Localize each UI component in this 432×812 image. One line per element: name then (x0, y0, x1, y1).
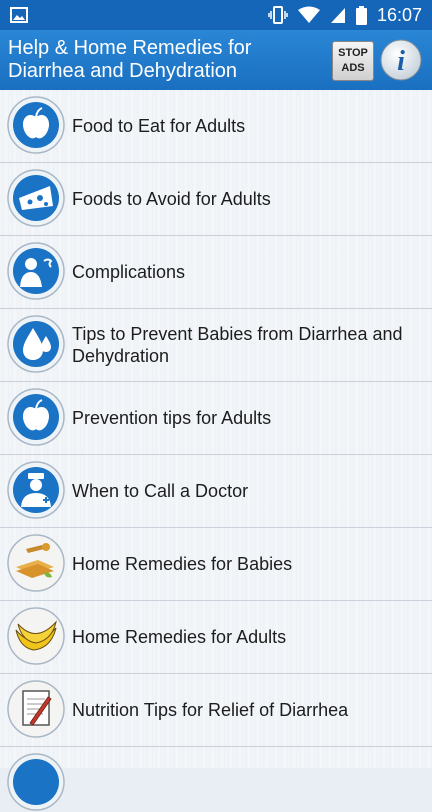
stop-ads-button[interactable]: STOP ADS (332, 41, 374, 81)
wifi-icon (297, 6, 320, 23)
info-glyph: i (397, 46, 405, 77)
clock-time: 16:07 (376, 4, 422, 25)
list-item[interactable]: When to Call a Doctor (0, 455, 432, 528)
list-item-label: Food to Eat for Adults (72, 116, 246, 136)
menu-list: Food to Eat for Adults Foods to Avoid fo… (0, 90, 432, 768)
doctor-icon (7, 461, 65, 519)
partial-list-icon (7, 753, 65, 811)
apple-icon (7, 388, 65, 446)
list-item[interactable]: Food to Eat for Adults (0, 90, 432, 163)
list-item-label: Home Remedies for Babies (72, 554, 293, 574)
banana-icon (7, 607, 65, 665)
list-item[interactable]: Home Remedies for Adults (0, 601, 432, 674)
list-item-label: Home Remedies for Adults (72, 627, 287, 647)
sick-person-icon (7, 242, 65, 300)
list-item[interactable]: Nutrition Tips for Relief of Diarrhea (0, 674, 432, 747)
app-title: Help & Home Remedies for Diarrhea and De… (8, 37, 252, 82)
list-item[interactable]: Home Remedies for Babies (0, 528, 432, 601)
vibrate-icon (268, 6, 288, 24)
water-drops-icon (7, 315, 65, 373)
list-item-label: Foods to Avoid for Adults (72, 189, 271, 209)
list-item-label: Tips to Prevent Babies from Diarrhea and… (72, 324, 403, 366)
list-item[interactable]: Foods to Avoid for Adults (0, 163, 432, 236)
apple-icon (7, 96, 65, 154)
app-header: Help & Home Remedies for Diarrhea and De… (0, 30, 432, 90)
list-item[interactable]: Complications (0, 236, 432, 309)
battery-icon (355, 5, 367, 25)
list-item[interactable]: Prevention tips for Adults (0, 382, 432, 455)
gallery-icon (10, 7, 28, 23)
list-item-label: Prevention tips for Adults (72, 408, 272, 428)
notepad-icon (7, 680, 65, 738)
signal-icon (330, 8, 345, 23)
list-item-label: When to Call a Doctor (72, 481, 249, 501)
info-icon[interactable]: i (380, 39, 422, 81)
stop-ads-line1: STOP (338, 47, 368, 59)
list-item-label: Nutrition Tips for Relief of Diarrhea (72, 700, 349, 720)
honey-toast-icon (7, 534, 65, 592)
status-bar: 16:07 (0, 0, 432, 30)
list-item[interactable]: Tips to Prevent Babies from Diarrhea and… (0, 309, 432, 382)
stop-ads-line2: ADS (341, 62, 365, 74)
list-item-label: Complications (72, 262, 186, 282)
cheese-icon (7, 169, 65, 227)
